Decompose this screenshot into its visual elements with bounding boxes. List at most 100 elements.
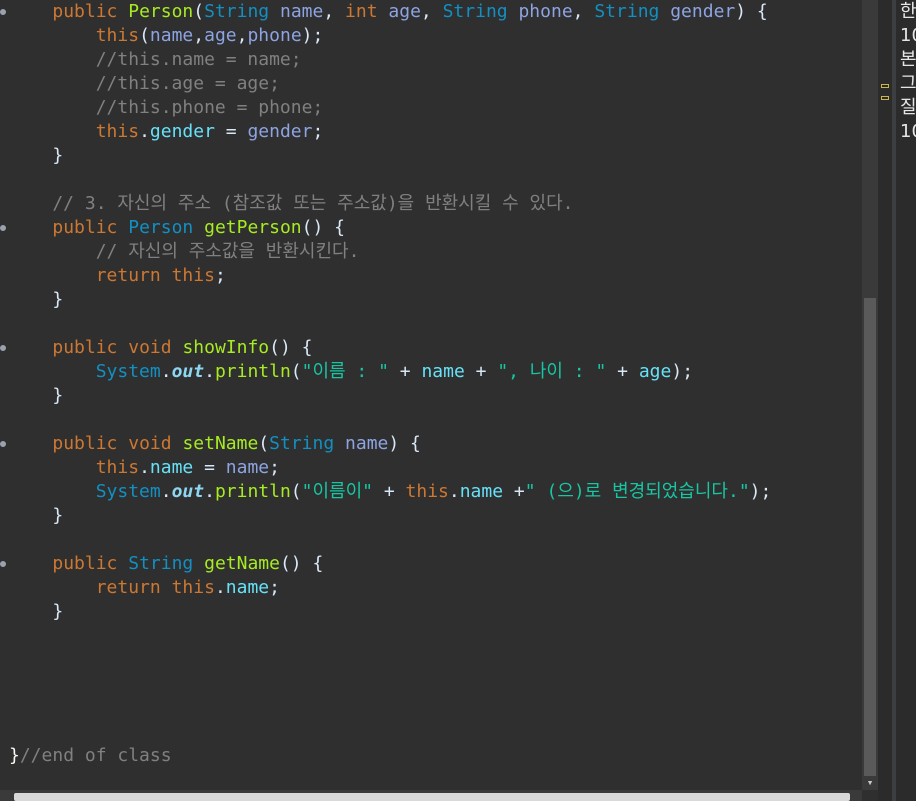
code-line[interactable]: } [0, 144, 862, 168]
code-line[interactable]: } [0, 600, 862, 624]
code-line[interactable]: this.name = name; [0, 456, 862, 480]
code-text: return this; [9, 264, 226, 288]
code-token: String [442, 1, 508, 22]
code-token: // 자신의 주소값을 반환시킨다. [9, 241, 360, 262]
code-token: () { [269, 337, 313, 358]
code-token: age [388, 1, 421, 22]
code-text: //this.phone = phone; [9, 96, 324, 120]
code-text: System.out.println("이름이" + this.name +" … [9, 480, 772, 504]
code-token: } [9, 385, 64, 406]
code-line[interactable]: //this.age = age; [0, 72, 862, 96]
code-editor[interactable]: public Person(String name, int age, Stri… [0, 0, 862, 790]
code-line[interactable] [0, 720, 862, 744]
code-line[interactable] [0, 648, 862, 672]
code-line[interactable]: public String getName() { [0, 552, 862, 576]
code-line[interactable]: // 3. 자신의 주소 (참조값 또는 주소값)을 반환시킬 수 있다. [0, 192, 862, 216]
code-line[interactable]: //this.name = name; [0, 48, 862, 72]
code-token: public [52, 337, 118, 358]
code-token: = [214, 121, 248, 142]
code-token: System [95, 481, 161, 502]
code-line[interactable]: return this; [0, 264, 862, 288]
code-token: //end of class [19, 745, 172, 766]
code-line[interactable] [0, 624, 862, 648]
code-line[interactable]: } [0, 504, 862, 528]
code-line[interactable]: this.gender = gender; [0, 120, 862, 144]
code-line[interactable]: public Person getPerson() { [0, 216, 862, 240]
code-line[interactable]: public Person(String name, int age, Stri… [0, 0, 862, 24]
horizontal-scroll-thumb[interactable] [14, 793, 850, 801]
code-text: this.name = name; [9, 456, 280, 480]
code-token: name [459, 481, 504, 502]
code-token: public [52, 1, 118, 22]
code-line[interactable]: this(name,age,phone); [0, 24, 862, 48]
fold-marker-icon[interactable] [0, 561, 6, 567]
code-token: ); [749, 481, 772, 502]
code-token: gender [149, 121, 215, 142]
code-token: Person [128, 217, 194, 238]
code-line[interactable]: } [0, 288, 862, 312]
code-line[interactable]: System.out.println("이름 : " + name + ", 나… [0, 360, 862, 384]
code-line[interactable]: System.out.println("이름이" + this.name +" … [0, 480, 862, 504]
code-token: name [225, 577, 270, 598]
vertical-scroll-thumb[interactable] [864, 298, 876, 776]
code-line[interactable]: }//end of class [0, 744, 862, 768]
code-line[interactable]: public void showInfo() { [0, 336, 862, 360]
code-token: () { [301, 217, 346, 238]
code-text: } [9, 144, 63, 168]
fold-marker-icon[interactable] [0, 225, 6, 231]
code-line[interactable]: // 자신의 주소값을 반환시킨다. [0, 240, 862, 264]
code-token: this [95, 121, 140, 142]
code-token: public [52, 553, 118, 574]
code-token: ) { [388, 433, 421, 454]
scroll-down-arrow-icon[interactable]: ▾ [862, 776, 878, 790]
warning-marker[interactable] [881, 84, 889, 88]
code-token: return [95, 265, 161, 286]
code-token: println [214, 481, 291, 502]
fold-marker-icon[interactable] [0, 441, 6, 447]
code-text: } [9, 384, 63, 408]
code-line[interactable]: } [0, 384, 862, 408]
code-line[interactable]: return this.name; [0, 576, 862, 600]
code-token: ; [269, 457, 280, 478]
code-text: //this.age = age; [9, 72, 280, 96]
code-line[interactable] [0, 408, 862, 432]
code-line[interactable]: public void setName(String name) { [0, 432, 862, 456]
code-text: public Person(String name, int age, Stri… [9, 0, 767, 24]
code-token: ( [193, 1, 205, 22]
code-token: this [95, 457, 140, 478]
fold-marker-icon[interactable] [0, 9, 6, 15]
warning-marker[interactable] [881, 96, 889, 100]
code-line[interactable] [0, 672, 862, 696]
code-token: this [405, 481, 449, 502]
code-token: + [503, 481, 525, 502]
code-token: name [149, 457, 194, 478]
code-token: , [572, 1, 595, 22]
code-line[interactable]: //this.phone = phone; [0, 96, 862, 120]
code-token: } [9, 505, 64, 526]
code-line[interactable] [0, 696, 862, 720]
code-text: public Person getPerson() { [9, 216, 345, 240]
code-line[interactable] [0, 312, 862, 336]
overview-ruler[interactable] [878, 0, 892, 801]
vertical-scrollbar[interactable]: ▾ [862, 0, 878, 790]
horizontal-scrollbar[interactable] [0, 790, 862, 801]
code-token: int [345, 1, 378, 22]
code-token: Person [128, 1, 194, 22]
code-line[interactable] [0, 528, 862, 552]
code-token: String [594, 1, 660, 22]
fold-marker-icon[interactable] [0, 345, 6, 351]
code-token: getPerson [204, 217, 302, 238]
code-token: . [160, 361, 172, 382]
code-line[interactable] [0, 168, 862, 192]
